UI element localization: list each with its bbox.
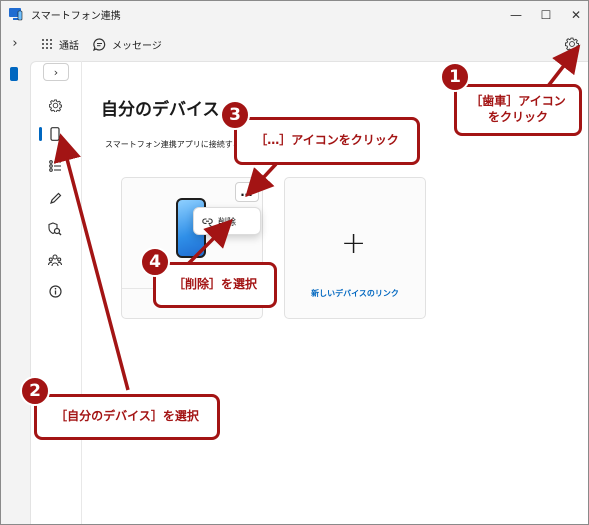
annotation-1-text-line2: をクリック [487, 110, 548, 124]
annotation-1-callout: ［歯車］アイコン をクリック [454, 84, 582, 136]
annotation-1-badge: 1 [440, 62, 470, 92]
annotation-4-badge: 4 [140, 247, 170, 277]
annotation-1-text-line1: ［歯車］アイコン [470, 94, 566, 109]
arrow-2 [53, 133, 130, 391]
annotation-2-text: ［自分のデバイス］を選択 [55, 409, 199, 424]
annotation-2-badge: 2 [20, 376, 50, 406]
annotation-3-callout: ［…］アイコンをクリック [234, 117, 420, 165]
annotation-4-text: ［削除］を選択 [172, 277, 257, 292]
annotation-arrows [53, 44, 581, 391]
arrow-3 [245, 162, 278, 198]
annotation-4-callout: ［削除］を選択 [153, 262, 277, 308]
annotation-3-badge: 3 [220, 100, 250, 130]
annotation-2-callout: ［自分のデバイス］を選択 [34, 394, 220, 440]
annotation-3-text: ［…］アイコンをクリック [255, 133, 399, 148]
